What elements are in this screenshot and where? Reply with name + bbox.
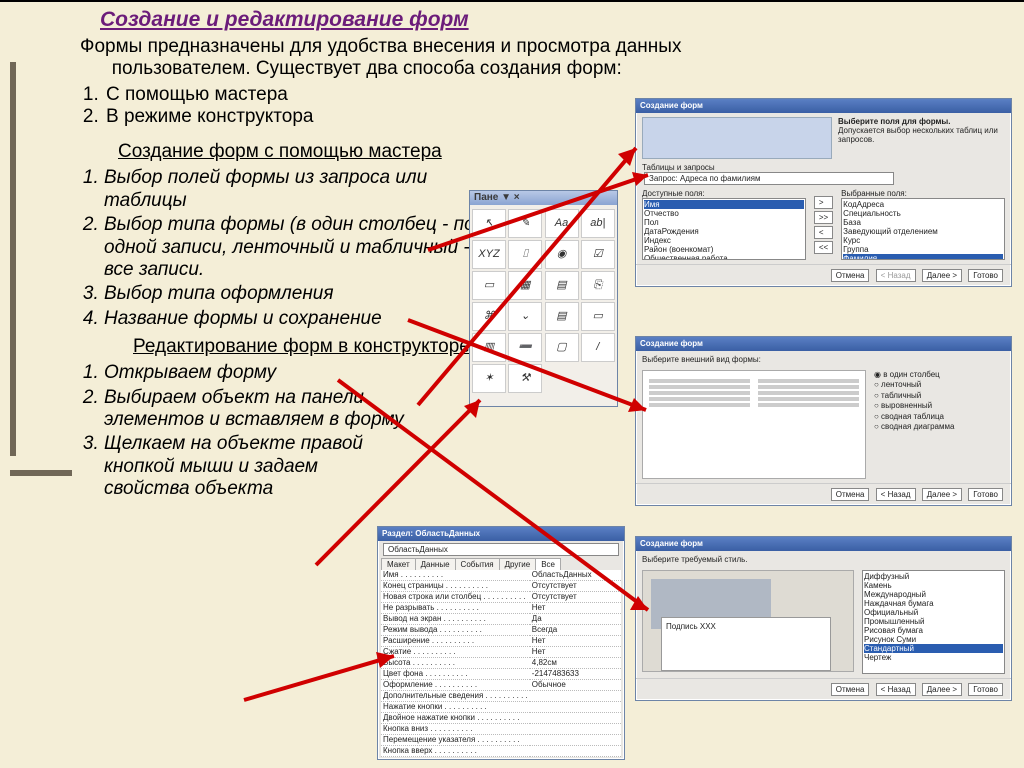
toolbox-tool[interactable]: ➖ bbox=[508, 333, 542, 362]
wizard1-title: Создание форм bbox=[636, 99, 1011, 113]
toolbox-tool[interactable]: ✎ bbox=[508, 209, 542, 238]
wizard3-prompt: Выберите требуемый стиль. bbox=[642, 555, 1005, 564]
properties-grid[interactable]: Имя . . . . . . . . . .ОбластьДанныхКоне… bbox=[381, 570, 621, 757]
wizard1-prompt: Выберите поля для формы. bbox=[838, 117, 950, 126]
wizard2-option[interactable]: ○ выровненный bbox=[874, 401, 1005, 411]
designer-steps: Открываем формуВыбираем объект на панели… bbox=[78, 362, 404, 500]
toolbox-window[interactable]: Пане ▼ × ↖✎Aaab|XYZ⌷◉☑▭▦▤⎘⌘⌄▤▭▥➖▢/✶⚒ bbox=[469, 190, 618, 407]
wizard3-style-list[interactable]: ДиффузныйКаменьМеждународныйНаждачная бу… bbox=[862, 570, 1005, 674]
wizard3-back-button[interactable]: < Назад bbox=[876, 683, 916, 696]
toolbox-title: Пане ▼ × bbox=[470, 191, 617, 205]
wizard3-done-button[interactable]: Готово bbox=[968, 683, 1003, 696]
wizard2-option[interactable]: ◉ в один столбец bbox=[874, 370, 1005, 380]
wizard2-cancel-button[interactable]: Отмена bbox=[831, 488, 870, 501]
move-button[interactable]: > bbox=[814, 196, 833, 209]
wizard1-next-button[interactable]: Далее > bbox=[922, 269, 962, 282]
wizard1-back-button: < Назад bbox=[876, 269, 916, 282]
toolbox-tool[interactable]: ▤ bbox=[545, 271, 579, 300]
toolbox-tool[interactable]: ▥ bbox=[472, 333, 506, 362]
properties-object-combo[interactable]: ОбластьДанных bbox=[383, 543, 619, 556]
toolbox-tool[interactable]: ⌷ bbox=[508, 240, 542, 269]
wizard1-done-button[interactable]: Готово bbox=[968, 269, 1003, 282]
toolbox-tool[interactable]: ☑ bbox=[581, 240, 615, 269]
wizard1-tables-combo[interactable]: Запрос: Адреса по фамилиям bbox=[644, 172, 894, 185]
toolbox-tool[interactable]: ✶ bbox=[472, 364, 506, 393]
properties-tab[interactable]: Данные bbox=[415, 558, 456, 570]
properties-title: Раздел: ОбластьДанных bbox=[378, 527, 624, 541]
toolbox-tool[interactable]: / bbox=[581, 333, 615, 362]
properties-tab[interactable]: Все bbox=[535, 558, 561, 570]
toolbox-tool[interactable]: ⌘ bbox=[472, 302, 506, 331]
wizard2-option[interactable]: ○ сводная таблица bbox=[874, 412, 1005, 422]
page-title: Создание и редактирование форм bbox=[100, 8, 1008, 32]
move-button[interactable]: << bbox=[814, 241, 833, 254]
intro-line1: Формы предназначены для удобства внесени… bbox=[80, 36, 681, 57]
wizard2-option[interactable]: ○ табличный bbox=[874, 391, 1005, 401]
wizard2-back-button[interactable]: < Назад bbox=[876, 488, 916, 501]
wizard2-title: Создание форм bbox=[636, 337, 1011, 351]
move-button[interactable]: < bbox=[814, 226, 833, 239]
wizard3-window[interactable]: Создание форм Выберите требуемый стиль. … bbox=[635, 536, 1012, 701]
wizard1-hint: Допускается выбор нескольких таблиц или … bbox=[838, 126, 998, 144]
wizard-steps: Выбор полей формы из запроса или таблицы… bbox=[78, 167, 484, 330]
intro-line2: пользователем. Существует два способа со… bbox=[112, 58, 622, 79]
properties-window[interactable]: Раздел: ОбластьДанных ОбластьДанных Маке… bbox=[377, 526, 625, 760]
wizard1-cancel-button[interactable]: Отмена bbox=[831, 269, 870, 282]
properties-tab[interactable]: События bbox=[455, 558, 500, 570]
properties-tab[interactable]: Макет bbox=[381, 558, 416, 570]
wizard2-option[interactable]: ○ сводная диаграмма bbox=[874, 422, 1005, 432]
toolbox-tool[interactable]: ⎘ bbox=[581, 271, 615, 300]
wizard1-sel-list[interactable]: КодАдресаСпециальностьБазаЗаведующий отд… bbox=[841, 198, 1005, 260]
toolbox-tool[interactable]: ⚒ bbox=[508, 364, 542, 393]
wizard2-done-button[interactable]: Готово bbox=[968, 488, 1003, 501]
wizard3-caption: Подпись XXX bbox=[661, 617, 831, 671]
wizard2-window[interactable]: Создание форм Выберите внешний вид формы… bbox=[635, 336, 1012, 506]
toolbox-tool[interactable]: ⌄ bbox=[508, 302, 542, 331]
wizard1-window[interactable]: Создание форм Выберите поля для формы. Д… bbox=[635, 98, 1012, 287]
toolbox-tool[interactable]: Aa bbox=[545, 209, 579, 238]
wizard2-prompt: Выберите внешний вид формы: bbox=[642, 355, 1005, 364]
toolbox-tool[interactable]: XYZ bbox=[472, 240, 506, 269]
wizard1-avail-list[interactable]: ИмяОтчествоПолДатаРожденияИндексРайон (в… bbox=[642, 198, 806, 260]
toolbox-tool[interactable]: ▤ bbox=[545, 302, 579, 331]
wizard3-cancel-button[interactable]: Отмена bbox=[831, 683, 870, 696]
wizard2-next-button[interactable]: Далее > bbox=[922, 488, 962, 501]
move-button[interactable]: >> bbox=[814, 211, 833, 224]
intro-text: Формы предназначены для удобства внесени… bbox=[80, 36, 760, 80]
wizard1-tables-label: Таблицы и запросы bbox=[642, 163, 1005, 172]
toolbox-tool[interactable]: ↖ bbox=[472, 209, 506, 238]
toolbox-tool[interactable]: ▦ bbox=[508, 271, 542, 300]
toolbox-tool[interactable]: ▭ bbox=[581, 302, 615, 331]
properties-tab[interactable]: Другие bbox=[499, 558, 537, 570]
toolbox-tool[interactable]: ◉ bbox=[545, 240, 579, 269]
wizard3-next-button[interactable]: Далее > bbox=[922, 683, 962, 696]
wizard1-sel-label: Выбранные поля: bbox=[841, 189, 907, 198]
wizard2-option[interactable]: ○ ленточный bbox=[874, 380, 1005, 390]
wizard1-avail-label: Доступные поля: bbox=[642, 189, 705, 198]
toolbox-tool[interactable]: ab| bbox=[581, 209, 615, 238]
wizard3-title: Создание форм bbox=[636, 537, 1011, 551]
toolbox-tool[interactable]: ▭ bbox=[472, 271, 506, 300]
toolbox-tool[interactable]: ▢ bbox=[545, 333, 579, 362]
